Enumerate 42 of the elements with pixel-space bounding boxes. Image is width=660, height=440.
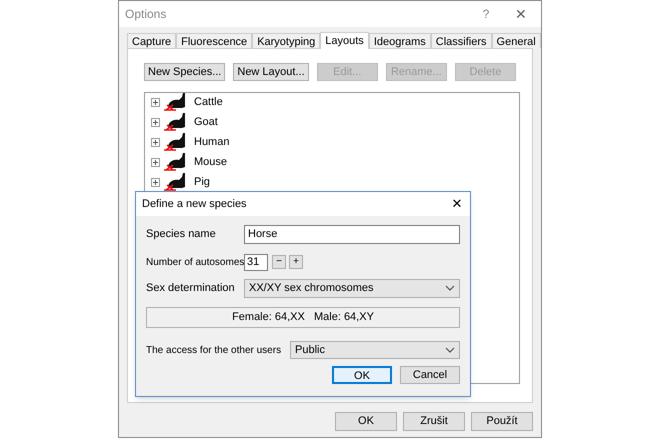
close-button[interactable]: ✕	[444, 194, 470, 214]
autosomes-field[interactable]: 31	[244, 254, 268, 270]
tab[interactable]: Ideograms	[368, 33, 431, 48]
tree-item[interactable]: Goat	[194, 114, 218, 130]
tab[interactable]: General	[492, 33, 541, 48]
karyotype-summary: Female: 64,XX Male: 64,XY	[146, 307, 460, 328]
dropdown-value: Public	[295, 342, 325, 358]
sex-determination-dropdown[interactable]: XX/XY sex chromosomes	[244, 278, 460, 298]
dialog-button[interactable]: OK	[335, 412, 397, 431]
increment-button[interactable]: +	[289, 255, 303, 269]
window-title: Options	[125, 6, 168, 23]
dialog-button[interactable]: OK	[332, 366, 392, 384]
dropdown-value: XX/XY sex chromosomes	[249, 280, 374, 296]
expander-icon[interactable]	[151, 178, 160, 186]
expander-icon[interactable]	[151, 138, 160, 146]
dialog-title: Define a new species	[142, 196, 248, 212]
decrement-button[interactable]: −	[272, 255, 286, 269]
close-button[interactable]: ✕	[501, 4, 541, 24]
field-label: The access for the other users	[146, 344, 282, 358]
expander-icon[interactable]	[151, 98, 160, 106]
tab[interactable]: Capture	[127, 33, 176, 48]
toolbar-button[interactable]: New Species...	[144, 63, 226, 81]
tree-item[interactable]: Pig	[194, 174, 210, 190]
tab[interactable]: Classifiers	[430, 33, 492, 48]
tab[interactable]: Karyotyping	[252, 33, 320, 48]
tree-item[interactable]: Human	[194, 134, 230, 150]
tree-item[interactable]: Mouse	[194, 154, 228, 170]
field-label: Species name	[146, 226, 217, 242]
tree-item[interactable]: Cattle	[194, 94, 223, 110]
dialog-button[interactable]: Použít	[471, 412, 533, 431]
species-name-field[interactable]: Horse	[244, 224, 460, 244]
expander-icon[interactable]	[151, 118, 160, 126]
tab[interactable]: Layouts	[320, 32, 369, 49]
help-button[interactable]: ?	[471, 5, 501, 23]
dialog-button[interactable]: Zrušit	[403, 412, 465, 431]
access-dropdown[interactable]: Public	[290, 341, 460, 359]
field-label: Sex determination	[146, 280, 236, 296]
field-label: Number of autosomes	[146, 256, 244, 270]
expander-icon[interactable]	[151, 158, 160, 166]
tab[interactable]: Fluorescence	[176, 33, 252, 48]
dialog-button[interactable]: Cancel	[400, 366, 460, 384]
toolbar-button[interactable]: New Layout...	[233, 63, 309, 81]
